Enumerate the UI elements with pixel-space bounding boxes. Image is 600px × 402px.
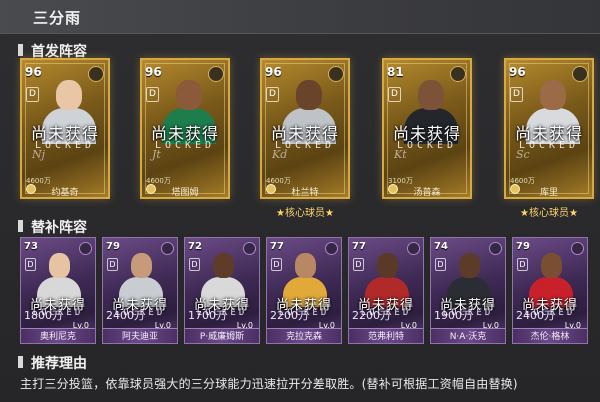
title-bar: 三分雨 [0, 0, 600, 34]
star-icon: ★ [325, 208, 334, 219]
bench-card[interactable]: 74 D 1900万 尚未获得 LOCKED Lv.0 N·A·沃克 [430, 237, 506, 344]
player-head [540, 80, 566, 110]
star-icon: ★ [520, 208, 529, 219]
reason-text: 主打三分投篮，依靠球员强大的三分球能力迅速拉开分差取胜。(替补可根据工资帽自由替… [20, 377, 518, 391]
player-head [459, 253, 480, 278]
player-name: 阿夫迪亚 [121, 332, 158, 342]
starter-card[interactable]: 96 D Kd 尚未获得 LOCKED 4600万 杜兰特 [260, 58, 350, 199]
locked-label-en: LOCKED [278, 308, 330, 318]
player-name: 塔图姆 [171, 188, 199, 198]
locked-label-en: LOCKED [442, 308, 494, 318]
bench-card[interactable]: 77 D 2200万 尚未获得 LOCKED Lv.0 范弗利特 [348, 237, 424, 344]
player-name: 杰伦·格林 [530, 332, 570, 342]
bench-card[interactable]: 73 D 1800万 尚未获得 LOCKED Lv.0 奥利尼克 [20, 237, 96, 344]
position-badge: D [146, 87, 159, 102]
locked-label-en: LOCKED [114, 308, 166, 318]
locked-label-en: LOCKED [196, 308, 248, 318]
player-name: P·威廉姆斯 [199, 332, 245, 342]
player-head [295, 253, 316, 278]
player-name: 奥利尼克 [39, 332, 76, 342]
locked-label-en: LOCKED [518, 140, 580, 151]
player-head [418, 80, 444, 110]
bench-heading: 替补阵容 [18, 217, 87, 236]
player-name: 库里 [539, 188, 558, 198]
player-name: 范弗利特 [367, 332, 404, 342]
locked-label-en: LOCKED [32, 308, 84, 318]
player-head [377, 253, 398, 278]
player-name: 杜兰特 [291, 188, 319, 198]
bench-row: 73 D 1800万 尚未获得 LOCKED Lv.0 奥利尼克 79 D 2400万 尚未获得 LO… [0, 237, 600, 347]
locked-label-en: LOCKED [154, 140, 216, 151]
star-icon: ★ [276, 208, 285, 219]
player-name: 约基奇 [51, 188, 79, 198]
player-head [49, 253, 70, 278]
starter-card[interactable]: 96 D Nj 尚未获得 LOCKED 4600万 约基奇 [20, 58, 110, 199]
bench-card[interactable]: 77 D 2200万 尚未获得 LOCKED Lv.0 克拉克森 [266, 237, 342, 344]
starter-card[interactable]: 96 D Jt 尚未获得 LOCKED 4600万 塔图姆 [140, 58, 230, 199]
bench-card[interactable]: 72 D 1700万 尚未获得 LOCKED Lv.0 P·威廉姆斯 [184, 237, 260, 344]
player-head [541, 253, 562, 278]
locked-label-en: LOCKED [524, 308, 576, 318]
lineup-panel: 三分雨 首发阵容 96 D Nj 尚未获得 LOCKED 4600万 约基奇 96 D Jt 尚未获… [0, 0, 600, 402]
player-head [56, 80, 82, 110]
star-icon: ★ [569, 208, 578, 219]
locked-label-en: LOCKED [360, 308, 412, 318]
locked-label-en: LOCKED [274, 140, 336, 151]
core-player-label: 核心球员 [285, 208, 325, 219]
bench-card[interactable]: 79 D 2400万 尚未获得 LOCKED Lv.0 杰伦·格林 [512, 237, 588, 344]
player-name: N·A·沃克 [449, 332, 487, 342]
core-player-tag: ★核心球员★ [504, 204, 594, 219]
player-head [213, 253, 234, 278]
starter-card[interactable]: 81 D Kt 尚未获得 LOCKED 3100万 汤普森 [382, 58, 472, 199]
starter-card[interactable]: 96 D Sc 尚未获得 LOCKED 4600万 库里 [504, 58, 594, 199]
player-head [296, 80, 322, 110]
player-head [176, 80, 202, 110]
core-player-label: 核心球员 [529, 208, 569, 219]
bench-card[interactable]: 79 D 2400万 尚未获得 LOCKED Lv.0 阿夫迪亚 [102, 237, 178, 344]
position-badge: D [26, 87, 39, 102]
core-player-tag: ★核心球员★ [260, 204, 350, 219]
starters-heading: 首发阵容 [18, 41, 87, 60]
starter-row: 96 D Nj 尚未获得 LOCKED 4600万 约基奇 96 D Jt 尚未获得 LOCKED 46… [0, 58, 600, 219]
locked-label-en: LOCKED [34, 140, 96, 151]
position-badge: D [266, 87, 279, 102]
position-badge: D [388, 87, 401, 102]
page-title: 三分雨 [33, 9, 82, 27]
player-name: 汤普森 [413, 188, 441, 198]
locked-label-en: LOCKED [396, 140, 458, 151]
reason-heading: 推荐理由 [18, 353, 87, 372]
player-head [131, 253, 152, 278]
player-name: 克拉克森 [285, 332, 322, 342]
position-badge: D [510, 87, 523, 102]
